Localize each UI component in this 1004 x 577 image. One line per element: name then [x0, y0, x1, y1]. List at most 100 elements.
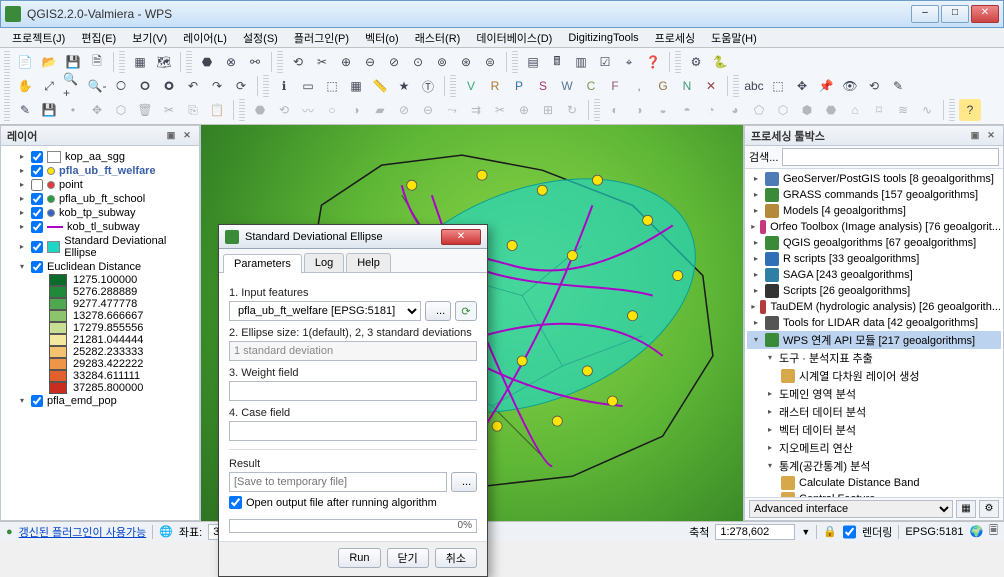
layer-checkbox[interactable]: [31, 395, 43, 407]
group-label[interactable]: 지오메트리 연산: [779, 440, 853, 456]
group-label[interactable]: 래스터 데이터 분석: [779, 404, 866, 420]
dialog-titlebar[interactable]: Standard Deviational Ellipse ✕: [219, 225, 487, 249]
provider-label[interactable]: R scripts [33 geoalgorithms]: [783, 253, 919, 265]
dig-button-9[interactable]: ⬢: [796, 99, 818, 121]
menu-item[interactable]: 편집(E): [75, 28, 122, 48]
open-project-button[interactable]: 📂: [38, 51, 60, 73]
case-field-input[interactable]: [229, 421, 477, 441]
intersect-button[interactable]: ⊕: [335, 51, 357, 73]
dig-button-14[interactable]: ∿: [916, 99, 938, 121]
provider-label[interactable]: GeoServer/PostGIS tools [8 geoalgorithms…: [783, 173, 994, 185]
add-wcs-button[interactable]: C: [580, 75, 602, 97]
zoom-out-button[interactable]: 🔍-: [86, 75, 108, 97]
dialog-close-button[interactable]: ✕: [441, 229, 481, 245]
menu-item[interactable]: DigitizingTools: [562, 30, 644, 46]
toolbar-handle[interactable]: [450, 75, 456, 97]
adv-btn-2[interactable]: ⚙: [979, 500, 999, 518]
layer-name[interactable]: kob_tp_subway: [59, 207, 135, 219]
zoom-layer-button[interactable]: 🞉: [158, 75, 180, 97]
ellipse-size-field[interactable]: [229, 341, 477, 361]
dig-button-11[interactable]: ⌂: [844, 99, 866, 121]
adv-split-button[interactable]: ✂: [489, 99, 511, 121]
layer-name[interactable]: Euclidean Distance: [47, 261, 141, 273]
expander-icon[interactable]: ▸: [17, 180, 27, 190]
close-button[interactable]: ✕: [971, 5, 999, 23]
tab-log[interactable]: Log: [304, 253, 344, 272]
menu-item[interactable]: 레이어(L): [177, 28, 233, 48]
render-checkbox[interactable]: [843, 524, 856, 540]
table-button[interactable]: ▤: [522, 51, 544, 73]
expander-icon[interactable]: ▸: [17, 242, 27, 252]
plugin-update-link[interactable]: 갱신된 플러그인이 사용가능: [19, 524, 147, 540]
layer-checkbox[interactable]: [31, 151, 43, 163]
adv-rotate-pt-button[interactable]: ↻: [561, 99, 583, 121]
toolbar-handle[interactable]: [263, 75, 269, 97]
cut-button[interactable]: ✂: [158, 99, 180, 121]
dig-button-10[interactable]: ⬣: [820, 99, 842, 121]
add-feature-button[interactable]: •: [62, 99, 84, 121]
tab-help[interactable]: Help: [346, 253, 391, 272]
menu-item[interactable]: 데이터베이스(D): [470, 28, 558, 48]
toolbar-handle[interactable]: [4, 51, 10, 73]
adv-btn-1[interactable]: ▦: [956, 500, 976, 518]
weight-field-input[interactable]: [229, 381, 477, 401]
save-button[interactable]: 💾: [62, 51, 84, 73]
label-tool-button[interactable]: ⬚: [767, 75, 789, 97]
buffer-button[interactable]: ⟲: [287, 51, 309, 73]
layer-checkbox[interactable]: [31, 221, 43, 233]
adv-edit-button[interactable]: ⬣: [249, 99, 271, 121]
expander-icon[interactable]: ▸: [765, 389, 775, 399]
zoom-selection-button[interactable]: 🞇: [134, 75, 156, 97]
adv-del-ring-button[interactable]: ⊘: [393, 99, 415, 121]
expander-icon[interactable]: ▸: [17, 166, 27, 176]
toolbar-handle[interactable]: [675, 51, 681, 73]
algo-label[interactable]: 시계열 다차원 레이어 생성: [799, 368, 920, 384]
add-csv-button[interactable]: ,: [628, 75, 650, 97]
merge-button[interactable]: ⊙: [407, 51, 429, 73]
layer-name[interactable]: point: [59, 179, 83, 191]
open-output-checkbox[interactable]: [229, 496, 242, 509]
expander-icon[interactable]: ▸: [751, 318, 761, 328]
add-sl-button[interactable]: S: [532, 75, 554, 97]
add-raster-button[interactable]: R: [484, 75, 506, 97]
expander-icon[interactable]: ▸: [751, 174, 761, 184]
layer-name[interactable]: pfla_ub_ft_welfare: [59, 165, 156, 177]
layer-checkbox[interactable]: [31, 179, 43, 191]
layer-checkbox[interactable]: [31, 207, 43, 219]
add-wms-button[interactable]: W: [556, 75, 578, 97]
dissolve-button[interactable]: ⊘: [383, 51, 405, 73]
link-button[interactable]: ⚯: [244, 51, 266, 73]
provider-label[interactable]: Tools for LIDAR data [42 geoalgorithms]: [783, 317, 978, 329]
expander-icon[interactable]: ▸: [17, 222, 27, 232]
layer-checkbox[interactable]: [31, 261, 43, 273]
toolbar-handle[interactable]: [186, 51, 192, 73]
expander-icon[interactable]: ▸: [751, 286, 761, 296]
provider-label[interactable]: TauDEM (hydrologic analysis) [26 geoalgo…: [770, 301, 1001, 313]
panel-close-button[interactable]: ✕: [985, 130, 997, 142]
zoom-last-button[interactable]: ↶: [182, 75, 204, 97]
expander-icon[interactable]: ▸: [751, 270, 761, 280]
adv-fill-button[interactable]: ▰: [369, 99, 391, 121]
toolbar-handle[interactable]: [239, 99, 245, 121]
group-label[interactable]: 벡터 데이터 분석: [779, 422, 856, 438]
clip-button[interactable]: ✂: [311, 51, 333, 73]
run-button[interactable]: Run: [338, 548, 380, 568]
dig-button-6[interactable]: ◕: [724, 99, 746, 121]
log-icon[interactable]: 🗏: [989, 522, 998, 541]
layer-checkbox[interactable]: [31, 241, 43, 253]
copy-button[interactable]: ⎘: [182, 99, 204, 121]
label-show-button[interactable]: 👁: [839, 75, 861, 97]
select-button[interactable]: ☑: [594, 51, 616, 73]
layer-name[interactable]: pfla_ub_ft_school: [59, 193, 145, 205]
provider-label[interactable]: Models [4 geoalgorithms]: [783, 205, 906, 217]
zoom-next-button[interactable]: ↷: [206, 75, 228, 97]
adv-rotate-button[interactable]: ⟲: [273, 99, 295, 121]
expander-icon[interactable]: ▸: [17, 194, 27, 204]
adv-simplify-button[interactable]: 〰: [297, 99, 319, 121]
toolbar-handle[interactable]: [4, 99, 10, 121]
crs-icon[interactable]: 🌍: [969, 525, 983, 538]
processing-tree[interactable]: ▸ GeoServer/PostGIS tools [8 geoalgorithm…: [745, 169, 1003, 497]
label-move-button[interactable]: ✥: [791, 75, 813, 97]
save-edits-button[interactable]: 💾: [38, 99, 60, 121]
new-layer-button[interactable]: N: [676, 75, 698, 97]
